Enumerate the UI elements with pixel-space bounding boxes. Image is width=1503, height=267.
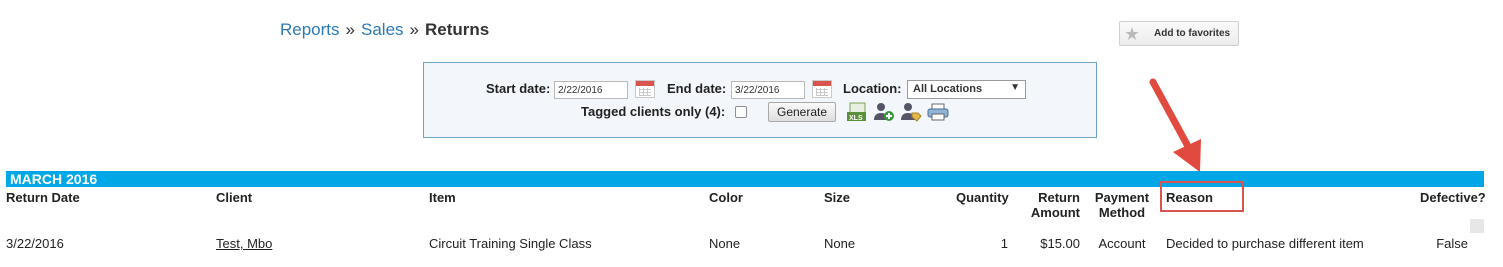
chevron-down-icon: ▼ — [1010, 82, 1020, 93]
end-date-label: End date: — [667, 81, 727, 96]
cell-payment-method: Account — [1098, 236, 1146, 251]
cell-return-date: 3/22/2016 — [6, 236, 64, 251]
scrollbar[interactable] — [1470, 219, 1484, 233]
col-quantity: Quantity — [956, 190, 1009, 205]
breadcrumb-separator: » — [409, 20, 419, 39]
col-return-amount-line1: Return — [1038, 190, 1080, 205]
cell-reason: Decided to purchase different item — [1166, 236, 1364, 251]
xls-export-icon[interactable]: XLS — [846, 102, 868, 122]
add-to-favorites-button[interactable]: ★ Add to favorites — [1119, 21, 1239, 46]
tag-clients-icon[interactable] — [900, 102, 922, 122]
start-date-label: Start date: — [486, 81, 551, 96]
add-to-favorites-label: Add to favorites — [1154, 28, 1231, 39]
col-payment-method-line1: Payment — [1094, 190, 1150, 205]
cell-size: None — [824, 236, 856, 251]
location-select-value: All Locations — [913, 83, 983, 95]
col-item: Item — [429, 190, 456, 205]
start-date-calendar-icon[interactable] — [635, 80, 655, 98]
col-defective: Defective? — [1420, 190, 1486, 205]
cell-return-amount: $15.00 — [1040, 236, 1080, 251]
cell-defective: False — [1436, 236, 1468, 251]
location-select[interactable]: All Locations ▼ — [907, 80, 1026, 99]
col-return-amount: Return Amount — [1020, 190, 1080, 220]
star-icon: ★ — [1125, 25, 1139, 43]
page-title: Returns — [425, 20, 490, 39]
tagged-clients-label: Tagged clients only (4): — [581, 104, 726, 119]
cell-color: None — [709, 236, 741, 251]
cell-quantity: 1 — [1000, 236, 1008, 251]
end-date-input[interactable] — [731, 81, 805, 99]
col-payment-method: Payment Method — [1091, 190, 1153, 220]
breadcrumb-reports-link[interactable]: Reports — [280, 20, 340, 39]
reason-highlight-box — [1160, 181, 1244, 212]
col-return-date: Return Date — [6, 190, 80, 205]
cell-client-link[interactable]: Test, Mbo — [216, 236, 272, 251]
col-payment-method-line2: Method — [1098, 205, 1146, 220]
print-icon[interactable] — [927, 102, 949, 122]
filter-panel: Start date: End date: Location: All Loca… — [423, 62, 1097, 138]
tagged-clients-checkbox[interactable] — [735, 106, 747, 118]
location-label: Location: — [843, 81, 902, 96]
svg-text:XLS: XLS — [849, 115, 863, 122]
end-date-calendar-icon[interactable] — [812, 80, 832, 98]
col-client: Client — [216, 190, 253, 205]
add-client-icon[interactable] — [873, 102, 895, 122]
cell-item: Circuit Training Single Class — [429, 236, 592, 251]
breadcrumb-separator: » — [345, 20, 355, 39]
start-date-input[interactable] — [554, 81, 628, 99]
breadcrumb-sales-link[interactable]: Sales — [361, 20, 404, 39]
month-header: MARCH 2016 — [6, 171, 1484, 187]
col-return-amount-line2: Amount — [1030, 205, 1080, 220]
col-color: Color — [709, 190, 743, 205]
col-size: Size — [824, 190, 851, 205]
breadcrumb: Reports » Sales » Returns — [280, 20, 489, 40]
generate-button[interactable]: Generate — [768, 102, 837, 122]
